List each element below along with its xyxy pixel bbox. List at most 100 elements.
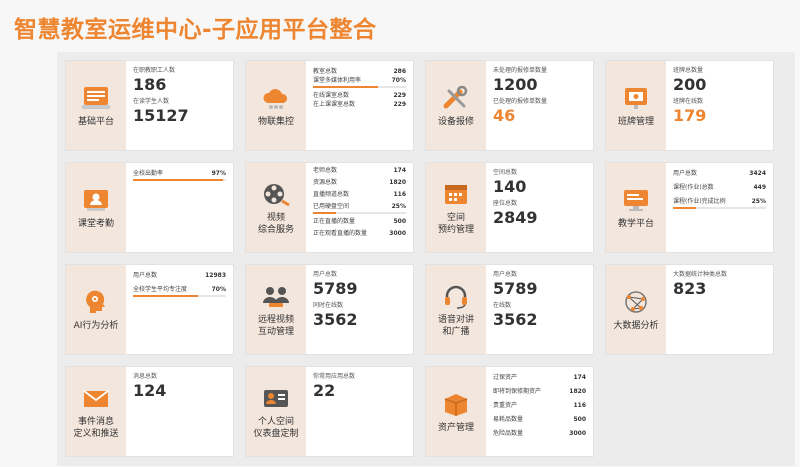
ai-head-icon [81, 288, 111, 316]
metric-value: 124 [133, 381, 167, 400]
card-name: 物联集控 [257, 116, 294, 127]
card-name: 资产管理 [437, 422, 474, 433]
card-name: 视频 综合服务 [257, 212, 294, 235]
card-name: 空间 预约管理 [437, 212, 474, 235]
metric-label: 在线数 [493, 302, 512, 309]
box-icon [441, 390, 471, 418]
app-card-base-platform[interactable]: 基础平台 在职教职工人数 186 在读学生人数 15127 [65, 60, 234, 151]
app-card-big-data[interactable]: 大数据分析 大数据统计种类总数 823 [605, 264, 774, 355]
network-globe-icon [621, 288, 651, 316]
metric-value: 46 [493, 106, 516, 125]
profile-card-icon [261, 384, 291, 412]
app-card-class-board[interactable]: 班牌管理 班牌总数量 200 班牌在线数 179 [605, 60, 774, 151]
metric-label: 消息总数 [133, 373, 158, 380]
metric-label: 在读学生人数 [133, 98, 170, 105]
app-card-attendance[interactable]: 课堂考勤 全校出勤率 97% [65, 162, 234, 253]
app-card-asset-management[interactable]: 资产管理 过保资产 174 即将到保修期资产 1820 贵重资产 116 易耗品数量 5… [425, 366, 594, 457]
app-card-ai-behavior[interactable]: AI行为分析 用户总数 12983 全校学生平均专注度 70% [65, 264, 234, 355]
metric-row: 教室总数 286 [313, 68, 406, 75]
card-name: 班牌管理 [617, 116, 654, 127]
metric-label: 已处理的报修单数量 [493, 98, 548, 105]
metric-label: 座位总数 [493, 200, 518, 207]
film-reel-icon [261, 180, 291, 208]
metric-row: 正在观看直播的数量 3000 [313, 230, 406, 237]
metric-value: 22 [313, 381, 336, 400]
class-board-icon [621, 84, 651, 112]
metric-label: 大数据统计种类总数 [673, 271, 728, 278]
envelope-icon [81, 384, 111, 412]
metric-value: 823 [673, 279, 707, 298]
calendar-icon [441, 180, 471, 208]
metric-row: 在上课课室总数 229 [313, 101, 406, 108]
metric-value: 5789 [493, 279, 538, 298]
progress-bar [133, 179, 226, 181]
metric-row: 正在直播的数量 500 [313, 218, 406, 225]
app-grid: 基础平台 在职教职工人数 186 在读学生人数 15127 物联集控 教室总数 2… [57, 52, 795, 466]
app-card-teaching-platform[interactable]: 教学平台 用户总数 3424 课程(作业)总数 449 课程(作业)完成比例 25% [605, 162, 774, 253]
metric-label: 未处理的报修单数量 [493, 67, 548, 74]
app-card-iot-control[interactable]: 物联集控 教室总数 286 课堂多媒体利用率 70% 在线课室总数 229 在上课课室… [245, 60, 414, 151]
metric-value: 3562 [493, 310, 538, 329]
cloud-control-icon [261, 84, 291, 112]
app-card-remote-video[interactable]: 远程视频 互动管理 用户总数 5789 同时在线数 3562 [245, 264, 414, 355]
app-card-equipment-repair[interactable]: 设备报修 未处理的报修单数量 1200 已处理的报修单数量 46 [425, 60, 594, 151]
base-platform-icon [81, 84, 111, 112]
metric-row: 全校学生平均专注度 70% [133, 286, 226, 293]
metric-row: 过保资产 174 [493, 374, 586, 381]
metric-row: 资源总数 1820 [313, 179, 406, 186]
card-name: 事件消息 定义和推送 [73, 416, 119, 439]
metric-row: 老师总数 174 [313, 167, 406, 174]
metric-value: 186 [133, 75, 167, 94]
app-card-video-service[interactable]: 视频 综合服务 老师总数 174 资源总数 1820 直播频道总数 116 已用硬盘空… [245, 162, 414, 253]
metric-row: 危险品数量 3000 [493, 430, 586, 437]
metric-row: 在线课室总数 229 [313, 92, 406, 99]
progress-bar [313, 86, 406, 88]
metric-row: 课程(作业)总数 449 [673, 184, 766, 191]
metric-row: 课堂多媒体利用率 70% [313, 77, 406, 84]
metric-row: 已用硬盘空间 25% [313, 203, 406, 210]
app-card-voice-broadcast[interactable]: 语音对讲 和广播 用户总数 5789 在线数 3562 [425, 264, 594, 355]
metric-row: 课程(作业)完成比例 25% [673, 198, 766, 205]
card-name: AI行为分析 [73, 320, 119, 331]
metric-label: 空间总数 [493, 169, 518, 176]
teaching-screen-icon [621, 186, 651, 214]
metric-value: 1200 [493, 75, 538, 94]
metric-label: 用户总数 [493, 271, 518, 278]
metric-value: 140 [493, 177, 527, 196]
metric-label: 用户总数 [313, 271, 338, 278]
progress-bar [133, 295, 226, 297]
card-name: 课堂考勤 [77, 218, 114, 229]
video-meeting-icon [261, 282, 291, 310]
metric-value: 3562 [313, 310, 358, 329]
metric-row: 直播频道总数 116 [313, 191, 406, 198]
metric-label: 在职教职工人数 [133, 67, 176, 74]
progress-bar [673, 207, 766, 209]
metric-row: 全校出勤率 97% [133, 170, 226, 177]
app-card-event-message[interactable]: 事件消息 定义和推送 消息总数 124 [65, 366, 234, 457]
metric-label: 同时在线数 [313, 302, 344, 309]
metric-value: 179 [673, 106, 707, 125]
card-name: 个人空间 仪表盘定制 [253, 416, 299, 439]
app-card-personal-space[interactable]: 个人空间 仪表盘定制 你常用应用总数 22 [245, 366, 414, 457]
headset-icon [441, 282, 471, 310]
attendance-icon [81, 186, 111, 214]
metric-value: 15127 [133, 106, 189, 125]
metric-value: 5789 [313, 279, 358, 298]
progress-bar [313, 212, 406, 214]
card-name: 基础平台 [77, 116, 114, 127]
app-card-space-booking[interactable]: 空间 预约管理 空间总数 140 座位总数 2849 [425, 162, 594, 253]
metric-row: 即将到保修期资产 1820 [493, 388, 586, 395]
metric-row: 易耗品数量 500 [493, 416, 586, 423]
metric-label: 班牌总数量 [673, 67, 704, 74]
metric-label: 你常用应用总数 [313, 373, 356, 380]
page-title: 智慧教室运维中心-子应用平台整合 [14, 17, 377, 43]
metric-row: 用户总数 12983 [133, 272, 226, 279]
repair-tools-icon [441, 84, 471, 112]
metric-value: 200 [673, 75, 707, 94]
card-name: 远程视频 互动管理 [257, 314, 294, 337]
card-name: 语音对讲 和广播 [437, 314, 474, 337]
metric-row: 贵重资产 116 [493, 402, 586, 409]
metric-label: 班牌在线数 [673, 98, 704, 105]
card-name: 大数据分析 [613, 320, 659, 331]
metric-row: 用户总数 3424 [673, 170, 766, 177]
